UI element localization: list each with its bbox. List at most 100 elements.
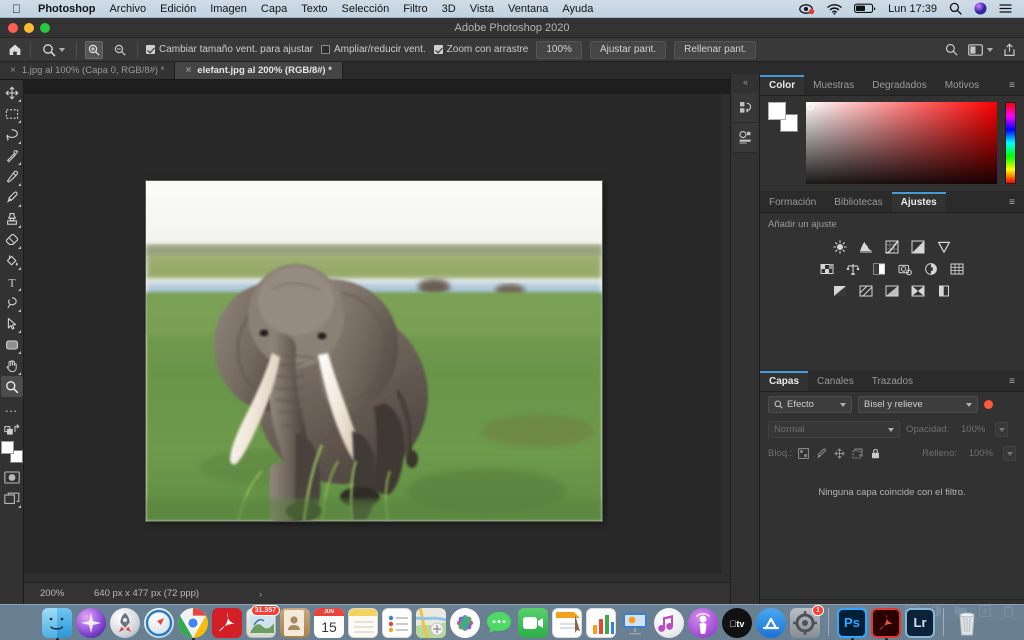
channel-mixer-icon[interactable] [923, 261, 939, 277]
dock-item-launchpad[interactable] [110, 608, 140, 638]
status-expand-chevron[interactable]: › [259, 589, 262, 599]
zoom-100-button[interactable]: 100% [536, 40, 582, 59]
color-swatches[interactable] [0, 441, 23, 463]
screen-mode-button[interactable] [1, 488, 23, 509]
tool-expand-corner[interactable] [18, 245, 21, 249]
checkbox-resize-window[interactable]: Cambiar tamaño vent. para ajustar [146, 44, 313, 55]
dock-item-facetime[interactable] [518, 608, 548, 638]
threshold-icon[interactable] [884, 283, 900, 299]
default-swap-colors[interactable] [1, 418, 23, 439]
dock-item-contacts[interactable] [280, 608, 310, 638]
document-tab-elefantjpg[interactable]: × elefant.jpg al 200% (RGB/8#) * [175, 62, 343, 79]
clone-stamp-tool[interactable] [1, 208, 23, 229]
brush-tool[interactable] [1, 187, 23, 208]
active-tool-chip[interactable] [39, 42, 68, 58]
properties-panel-icon[interactable] [732, 123, 758, 153]
tab-canales[interactable]: Canales [808, 372, 863, 391]
tool-expand-corner[interactable] [18, 182, 21, 186]
color-balance-icon[interactable] [845, 261, 861, 277]
tool-expand-corner[interactable] [18, 371, 21, 375]
tab-degradados[interactable]: Degradados [863, 76, 936, 95]
menu-item-ayuda[interactable]: Ayuda [555, 0, 600, 18]
dock-item-app-store[interactable] [756, 608, 786, 638]
menu-item-filtro[interactable]: Filtro [396, 0, 434, 18]
dock-item-calendar[interactable]: JUN 15 [314, 608, 344, 638]
photo-filter-icon[interactable] [897, 261, 913, 277]
brightness-contrast-icon[interactable] [832, 239, 848, 255]
color-panel-swatches[interactable] [768, 102, 798, 132]
color-picker-handle[interactable] [807, 103, 814, 110]
black-white-icon[interactable] [871, 261, 887, 277]
dock-item-reminders[interactable] [382, 608, 412, 638]
zoom-in-button[interactable] [85, 40, 103, 59]
tool-expand-corner[interactable] [18, 119, 21, 123]
menu-item-3d[interactable]: 3D [435, 0, 463, 18]
dock-item-keynote[interactable] [620, 608, 650, 638]
checkbox-box[interactable] [433, 45, 443, 54]
color-field[interactable] [806, 102, 997, 184]
dock-item-messages[interactable] [484, 608, 514, 638]
tab-formacion[interactable]: Formación [760, 193, 826, 212]
blend-mode-select[interactable]: Normal [768, 421, 900, 438]
quick-mask-button[interactable] [1, 467, 23, 488]
marquee-tool[interactable] [1, 103, 23, 124]
eraser-tool[interactable] [1, 229, 23, 250]
path-selection-tool[interactable] [1, 313, 23, 334]
exposure-icon[interactable] [910, 239, 926, 255]
zoom-out-button[interactable] [111, 41, 129, 59]
posterize-icon[interactable] [858, 283, 874, 299]
chevron-down-icon[interactable] [987, 47, 993, 52]
checkbox-box[interactable] [146, 45, 155, 54]
control-center-icon[interactable] [993, 3, 1018, 14]
dock-item-siri[interactable] [76, 608, 106, 638]
type-tool[interactable]: T [1, 271, 23, 292]
dock-item-numbers[interactable] [586, 608, 616, 638]
lock-all-icon[interactable] [870, 448, 881, 459]
menu-item-capa[interactable]: Capa [254, 0, 294, 18]
move-tool[interactable] [1, 82, 23, 103]
fit-screen-button[interactable]: Ajustar pant. [589, 40, 667, 59]
tool-expand-corner[interactable] [18, 266, 21, 270]
tool-expand-corner[interactable] [18, 504, 21, 508]
close-button[interactable] [8, 22, 18, 33]
curves-icon[interactable] [884, 239, 900, 255]
dock-item-mail[interactable]: 31.357 [246, 605, 280, 638]
tab-capas[interactable]: Capas [760, 371, 809, 391]
dock-item-notes[interactable] [348, 608, 378, 638]
checkbox-scrubby-zoom[interactable]: Zoom con arrastre [433, 44, 528, 55]
maximize-button[interactable] [40, 22, 50, 33]
fill-stepper[interactable] [1003, 446, 1016, 461]
dock-item-system-preferences[interactable]: 1 [790, 605, 824, 638]
menu-item-photoshop[interactable]: Photoshop [31, 0, 102, 18]
apple-logo-icon[interactable]:  [12, 3, 21, 15]
dock-item-itunes[interactable] [654, 608, 684, 638]
foreground-color-swatch[interactable] [0, 441, 14, 454]
lock-position-icon[interactable] [834, 448, 846, 459]
document-tab-1jpg[interactable]: × 1.jpg al 100% (Capa 0, RGB/8#) * [0, 62, 176, 79]
fill-value[interactable]: 100% [963, 446, 997, 461]
fill-screen-button[interactable]: Rellenar pant. [674, 40, 757, 59]
dock-item-pages[interactable] [552, 608, 582, 638]
checkbox-zoom-all-windows[interactable]: Ampliar/reducir vent. [320, 44, 426, 55]
dock-item-finder[interactable] [42, 608, 72, 640]
tab-trazados[interactable]: Trazados [862, 372, 923, 391]
dock-item-lightroom[interactable]: Lr [905, 608, 935, 638]
lock-pixels-icon[interactable] [798, 448, 810, 459]
canvas-vertical-scrollbar[interactable] [722, 94, 730, 582]
tool-expand-corner[interactable] [18, 224, 21, 228]
tab-color[interactable]: Color [760, 75, 805, 95]
chevron-down-icon[interactable] [59, 47, 65, 52]
panel-menu-icon[interactable]: ≡ [1001, 80, 1024, 95]
workspace-icon[interactable] [968, 43, 993, 56]
quick-selection-tool[interactable] [1, 145, 23, 166]
share-icon[interactable] [1003, 43, 1016, 57]
shape-tool[interactable] [1, 334, 23, 355]
tool-expand-corner[interactable] [18, 287, 21, 291]
invert-icon[interactable] [832, 283, 848, 299]
tool-expand-corner[interactable] [18, 329, 21, 333]
chevron-down-icon[interactable] [966, 402, 972, 407]
canvas-horizontal-scrollbar[interactable] [24, 574, 722, 582]
tool-expand-corner[interactable] [18, 98, 21, 102]
layer-filter-type-select[interactable]: Efecto [768, 396, 852, 413]
spotlight-search-icon[interactable] [943, 2, 968, 15]
